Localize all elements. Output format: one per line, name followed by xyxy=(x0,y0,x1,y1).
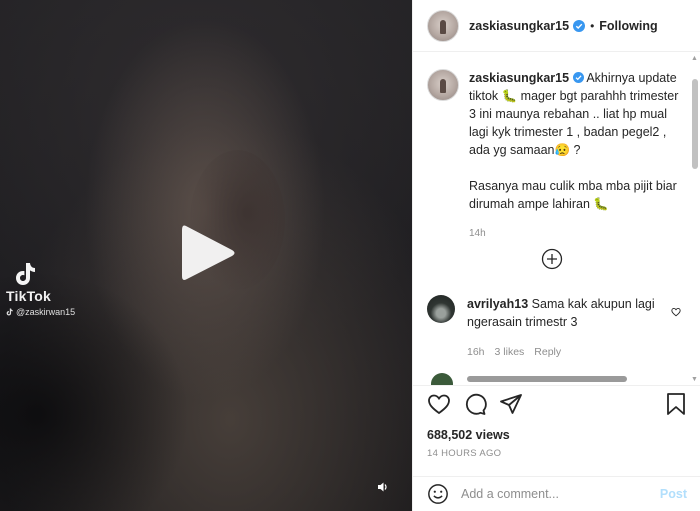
tiktok-watermark: TikTok @zaskirwan15 xyxy=(6,262,75,317)
plus-circle-icon xyxy=(541,248,563,270)
caption-time[interactable]: 14h xyxy=(469,225,687,243)
tiktok-handle-row: @zaskirwan15 xyxy=(6,307,75,317)
comment-icon xyxy=(465,393,487,415)
comment-meta: 16h 3 likes Reply xyxy=(467,343,667,361)
comment-input[interactable] xyxy=(461,487,651,501)
post-panel: zaskiasungkar15 • Following zaskiasungka… xyxy=(412,0,700,511)
comment-likes[interactable]: 3 likes xyxy=(495,343,525,361)
scroll-thumb[interactable] xyxy=(692,79,698,169)
action-icons xyxy=(427,392,687,416)
comment-item: avrilyah13 Sama kak akupun lagi ngerasai… xyxy=(427,295,687,361)
heart-icon xyxy=(671,307,681,317)
verified-icon xyxy=(572,72,584,83)
caption-username[interactable]: zaskiasungkar15 xyxy=(469,71,569,85)
view-count[interactable]: 688,502 views xyxy=(427,428,687,442)
caption-text: zaskiasungkar15 Akhirnya update tiktok 🐛… xyxy=(469,69,687,159)
truncated-comment-text xyxy=(467,376,627,382)
save-button[interactable] xyxy=(665,392,687,416)
comment-body: avrilyah13 Sama kak akupun lagi ngerasai… xyxy=(467,295,667,361)
scroll-up-arrow-icon[interactable]: ▲ xyxy=(691,55,698,62)
post-actions: 688,502 views 14 HOURS AGO xyxy=(413,385,700,476)
caption: zaskiasungkar15 Akhirnya update tiktok 🐛… xyxy=(413,53,700,243)
comment-button[interactable] xyxy=(463,392,487,416)
tiktok-brand: TikTok xyxy=(6,288,52,304)
following-button[interactable]: Following xyxy=(599,19,657,33)
tiktok-logo xyxy=(16,263,35,285)
post-header: zaskiasungkar15 • Following xyxy=(413,0,700,52)
caption-body: zaskiasungkar15 Akhirnya update tiktok 🐛… xyxy=(469,69,687,243)
emoji-icon xyxy=(428,484,448,504)
next-comment-partial xyxy=(427,371,687,385)
send-icon xyxy=(500,394,522,414)
tiktok-small-icon xyxy=(6,308,13,316)
avatar[interactable] xyxy=(427,9,459,42)
caption-content-2: Rasanya mau culik mba mba pijit biar dir… xyxy=(469,179,677,211)
volume-icon xyxy=(378,482,387,492)
add-comment-bar: Post xyxy=(413,476,700,511)
posted-time[interactable]: 14 HOURS AGO xyxy=(427,448,687,459)
comments-scrollbar[interactable]: ▲ ▼ xyxy=(691,53,699,385)
tiktok-handle: @zaskirwan15 xyxy=(16,307,76,317)
header-separator: • xyxy=(590,18,595,33)
like-button[interactable] xyxy=(427,392,451,416)
volume-button[interactable] xyxy=(377,480,389,498)
header-username[interactable]: zaskiasungkar15 xyxy=(469,19,569,33)
commenter-avatar xyxy=(431,373,453,385)
heart-icon xyxy=(428,394,450,415)
comments-list[interactable]: zaskiasungkar15 Akhirnya update tiktok 🐛… xyxy=(413,53,700,385)
comment-like-button[interactable] xyxy=(671,304,681,322)
comment-reply-button[interactable]: Reply xyxy=(534,343,561,361)
play-button[interactable] xyxy=(180,222,236,284)
emoji-button[interactable] xyxy=(427,483,449,505)
commenter-avatar[interactable] xyxy=(427,295,455,323)
load-more-comments-button[interactable] xyxy=(541,248,563,275)
comment-text: avrilyah13 Sama kak akupun lagi ngerasai… xyxy=(467,295,667,331)
post-button[interactable]: Post xyxy=(660,487,687,501)
scroll-down-arrow-icon[interactable]: ▼ xyxy=(691,376,698,383)
caption-avatar[interactable] xyxy=(427,69,459,101)
play-icon xyxy=(182,225,235,280)
verified-icon xyxy=(573,19,586,32)
share-button[interactable] xyxy=(499,392,523,416)
bookmark-icon xyxy=(667,393,685,415)
comment-time[interactable]: 16h xyxy=(467,343,485,361)
video-player[interactable]: TikTok @zaskirwan15 xyxy=(0,0,412,511)
comment-username[interactable]: avrilyah13 xyxy=(467,297,528,311)
